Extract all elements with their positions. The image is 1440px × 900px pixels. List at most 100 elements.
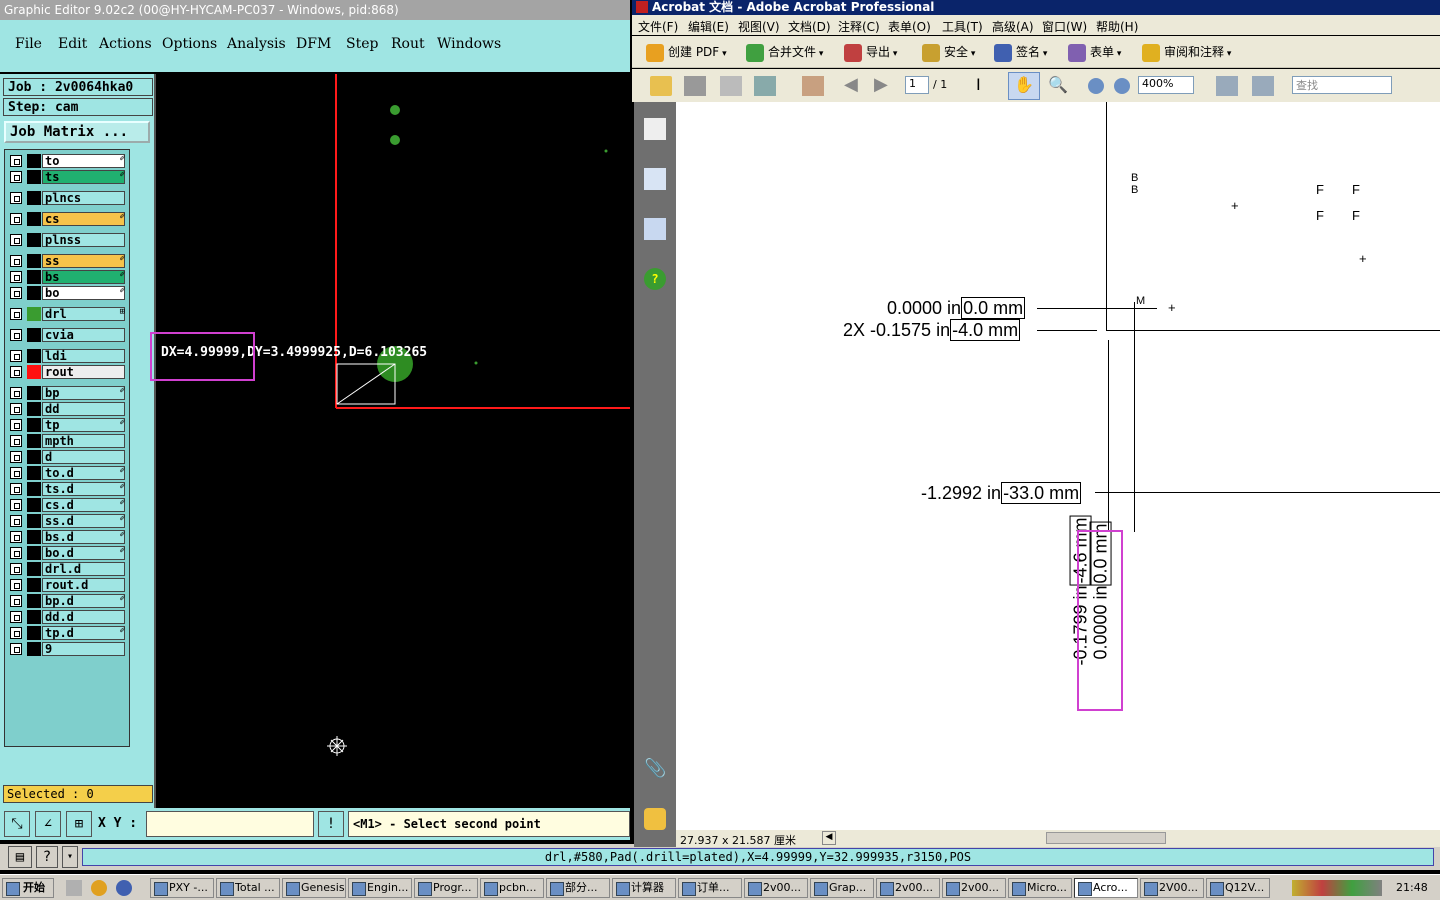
toolbar-button[interactable]: 安全 ▾ bbox=[922, 43, 975, 62]
menu-file[interactable]: File bbox=[15, 36, 42, 52]
layer-color-swatch[interactable] bbox=[27, 386, 41, 400]
taskbar-button[interactable]: 计算器 bbox=[612, 878, 676, 898]
acrobat-menu-item[interactable]: 注释(C) bbox=[838, 18, 880, 35]
layer-color-swatch[interactable] bbox=[27, 418, 41, 432]
drill-pad[interactable] bbox=[390, 105, 400, 115]
layer-name[interactable]: dd.d bbox=[42, 610, 125, 624]
layer-name[interactable]: plncs bbox=[42, 191, 125, 205]
acrobat-menu-item[interactable]: 帮助(H) bbox=[1096, 18, 1138, 35]
layer-checkbox[interactable] bbox=[10, 499, 22, 511]
help-icon[interactable]: ? bbox=[36, 846, 58, 868]
attachments-icon[interactable]: 📎 bbox=[644, 758, 666, 780]
layer-checkbox[interactable] bbox=[10, 287, 22, 299]
layer-row[interactable]: bp.d ✐ bbox=[7, 594, 127, 608]
layer-name[interactable]: mpth bbox=[42, 434, 125, 448]
menu-edit[interactable]: Edit bbox=[58, 36, 87, 52]
layer-row[interactable]: plncs bbox=[7, 191, 127, 205]
layer-color-swatch[interactable] bbox=[27, 254, 41, 268]
layer-color-swatch[interactable] bbox=[27, 434, 41, 448]
open-icon[interactable] bbox=[650, 76, 672, 96]
fit-page-icon[interactable] bbox=[1216, 76, 1238, 96]
hand-tool-icon[interactable]: ✋ bbox=[1008, 72, 1040, 100]
layer-row[interactable]: bo.d ✐ bbox=[7, 546, 127, 560]
layer-checkbox[interactable] bbox=[10, 531, 22, 543]
layer-row[interactable]: plnss bbox=[7, 233, 127, 247]
page-number-input[interactable]: 1 bbox=[905, 76, 929, 94]
layer-name[interactable]: drl.d bbox=[42, 562, 125, 576]
desktop-icon[interactable] bbox=[66, 880, 82, 896]
taskbar-button[interactable]: Q12V... bbox=[1206, 878, 1270, 898]
layer-row[interactable]: bp ✐ bbox=[7, 386, 127, 400]
layer-name[interactable]: ts.d bbox=[42, 482, 125, 496]
layer-checkbox[interactable] bbox=[10, 451, 22, 463]
layer-name[interactable]: cs bbox=[42, 212, 125, 226]
taskbar-button[interactable]: pcbn... bbox=[480, 878, 544, 898]
layer-row[interactable]: drl ⊞ bbox=[7, 307, 127, 321]
layer-name[interactable]: bs bbox=[42, 270, 125, 284]
layer-color-swatch[interactable] bbox=[27, 212, 41, 226]
layer-color-swatch[interactable] bbox=[27, 307, 41, 321]
layer-name[interactable]: 9 bbox=[42, 642, 125, 656]
acrobat-menu-item[interactable]: 编辑(E) bbox=[688, 18, 729, 35]
save-icon[interactable] bbox=[720, 76, 742, 96]
layer-name[interactable]: dd bbox=[42, 402, 125, 416]
layer-color-swatch[interactable] bbox=[27, 270, 41, 284]
fit-width-icon[interactable] bbox=[1252, 76, 1274, 96]
taskbar-button[interactable]: Micro... bbox=[1008, 878, 1072, 898]
layer-checkbox[interactable] bbox=[10, 387, 22, 399]
browser-icon[interactable] bbox=[116, 880, 132, 896]
layer-checkbox[interactable] bbox=[10, 515, 22, 527]
layer-checkbox[interactable] bbox=[10, 213, 22, 225]
layer-name[interactable]: ldi bbox=[42, 349, 125, 363]
layer-checkbox[interactable] bbox=[10, 255, 22, 267]
menu-windows[interactable]: Windows bbox=[437, 36, 501, 52]
layer-color-swatch[interactable] bbox=[27, 328, 41, 342]
layer-color-swatch[interactable] bbox=[27, 642, 41, 656]
taskbar-button[interactable]: 2V00... bbox=[1140, 878, 1204, 898]
graphic-canvas[interactable]: DX=4.99999,DY=3.4999925,D=6.103265 bbox=[157, 74, 630, 808]
layer-color-swatch[interactable] bbox=[27, 498, 41, 512]
printer-icon[interactable]: ▤ bbox=[8, 846, 32, 868]
taskbar-button[interactable]: 订单... bbox=[678, 878, 742, 898]
menu-rout[interactable]: Rout bbox=[391, 36, 425, 52]
layer-name[interactable]: bp bbox=[42, 386, 125, 400]
layer-checkbox[interactable] bbox=[10, 366, 22, 378]
taskbar-button[interactable]: Total ... bbox=[216, 878, 280, 898]
acrobat-menu-item[interactable]: 视图(V) bbox=[738, 18, 780, 35]
taskbar-button[interactable]: Progr... bbox=[414, 878, 478, 898]
layer-color-swatch[interactable] bbox=[27, 402, 41, 416]
layer-row[interactable]: rout bbox=[7, 365, 127, 379]
layer-name[interactable]: ss bbox=[42, 254, 125, 268]
menu-options[interactable]: Options bbox=[162, 36, 217, 52]
chevron-down-icon[interactable]: ▾ bbox=[62, 846, 78, 868]
layer-row[interactable]: dd bbox=[7, 402, 127, 416]
acrobat-menu-item[interactable]: 表单(O) bbox=[888, 18, 931, 35]
layer-checkbox[interactable] bbox=[10, 547, 22, 559]
layer-name[interactable]: to bbox=[42, 154, 125, 168]
layer-row[interactable]: bs.d ✐ bbox=[7, 530, 127, 544]
layer-row[interactable]: dd.d bbox=[7, 610, 127, 624]
zoom-in-icon[interactable] bbox=[1114, 78, 1130, 94]
layer-checkbox[interactable] bbox=[10, 329, 22, 341]
taskbar-button[interactable]: Acro... bbox=[1074, 878, 1138, 898]
layer-checkbox[interactable] bbox=[10, 271, 22, 283]
layer-row[interactable]: to.d ✐ bbox=[7, 466, 127, 480]
comments-icon[interactable] bbox=[644, 808, 666, 830]
genesis-title-bar[interactable]: Graphic Editor 9.02c2 (00@HY-HYCAM-PC037… bbox=[0, 0, 630, 20]
layer-name[interactable]: to.d bbox=[42, 466, 125, 480]
text-select-icon[interactable]: I bbox=[976, 76, 998, 96]
layer-checkbox[interactable] bbox=[10, 611, 22, 623]
layer-row[interactable]: ss.d ✐ bbox=[7, 514, 127, 528]
prev-page-icon[interactable]: ◀ bbox=[844, 76, 866, 96]
layer-color-swatch[interactable] bbox=[27, 286, 41, 300]
layer-row[interactable]: to ✐ bbox=[7, 154, 127, 168]
taskbar-button[interactable]: 部分... bbox=[546, 878, 610, 898]
acrobat-menu-item[interactable]: 窗口(W) bbox=[1042, 18, 1087, 35]
layer-row[interactable]: ts.d ✐ bbox=[7, 482, 127, 496]
layer-color-swatch[interactable] bbox=[27, 233, 41, 247]
layer-row[interactable]: ss ✐ bbox=[7, 254, 127, 268]
layer-checkbox[interactable] bbox=[10, 192, 22, 204]
layer-row[interactable]: 9 bbox=[7, 642, 127, 656]
taskbar-button[interactable]: Engin... bbox=[348, 878, 412, 898]
layer-color-swatch[interactable] bbox=[27, 626, 41, 640]
